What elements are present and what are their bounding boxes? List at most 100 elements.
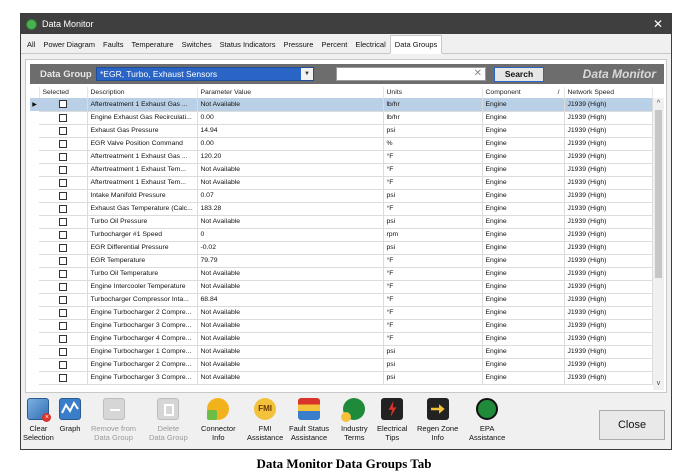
remove-from-data-group-button[interactable]: Remove from Data Group [91,398,136,442]
row-checkbox[interactable] [58,217,67,226]
industry-terms-icon [341,398,366,422]
table-row[interactable]: EGR Differential Pressure -0.02 psi Engine J… [30,241,653,255]
regen-zone-info-button[interactable]: Regen Zone Info [417,398,458,442]
table-row[interactable]: Exhaust Gas Temperature (Calc... 183.28 °F… [30,202,653,216]
row-checkbox[interactable] [58,100,67,109]
scrollbar-thumb[interactable] [655,110,662,278]
table-row[interactable]: Engine Turbocharger 2 Compre... Not Avail… [30,358,653,372]
selected-cell [39,345,88,359]
scroll-down-icon[interactable]: v [653,378,664,390]
row-indicator [30,215,39,228]
row-checkbox[interactable] [58,230,67,239]
row-checkbox[interactable] [58,282,67,291]
table-row[interactable]: Turbo Oil Pressure Not Available psi Engine… [30,215,653,229]
tab-temperature[interactable]: Temperature [127,37,177,53]
scroll-up-icon[interactable]: ^ [653,98,664,110]
search-input[interactable]: ✕ [336,67,486,81]
column-header-units[interactable]: Units [383,87,483,98]
fault-status-assistance-button[interactable]: Fault Status Assistance [289,398,329,442]
column-header-description[interactable]: Description [87,87,198,98]
search-button[interactable]: Search [494,66,544,82]
row-checkbox[interactable] [58,321,67,330]
delete-icon [157,398,180,420]
tab-power-diagram[interactable]: Power Diagram [39,37,99,53]
tab-pressure[interactable]: Pressure [279,37,317,53]
clear-selection-button[interactable]: × Clear Selection [23,398,54,442]
row-checkbox[interactable] [58,295,67,304]
table-row[interactable]: ▶ Aftertreatment 1 Exhaust Gas ... Not Ava… [30,98,653,112]
table-row[interactable]: Turbocharger #1 Speed 0 rpm Engine J1939 (Hi… [30,228,653,242]
epa-assistance-button[interactable]: EPA Assistance [469,398,505,442]
tab-all[interactable]: All [23,37,39,53]
network-speed-cell: J1939 (High) [564,124,653,138]
row-checkbox[interactable] [58,360,67,369]
tab-percent[interactable]: Percent [317,37,351,53]
column-header-parameter-value[interactable]: Parameter Value [197,87,384,98]
selected-cell [39,280,88,294]
component-cell: Engine [482,371,565,385]
row-checkbox[interactable] [58,165,67,174]
tab-status-indicators[interactable]: Status Indicators [216,37,280,53]
column-header-network-speed[interactable]: Network Speed [564,87,653,98]
row-checkbox[interactable] [58,139,67,148]
units-cell: °F [383,306,483,320]
epa-icon [476,398,499,420]
parameter-value-cell: 0 [197,228,384,242]
table-row[interactable]: Intake Manifold Pressure 0.07 psi Engine J19… [30,189,653,203]
row-checkbox[interactable] [58,178,67,187]
close-icon[interactable]: ✕ [653,17,663,31]
chevron-down-icon[interactable]: ▼ [301,68,313,80]
row-indicator [30,267,39,280]
table-row[interactable]: Turbocharger Compressor Inta... 68.84 °F En… [30,293,653,307]
component-cell: Engine [482,254,565,268]
row-checkbox[interactable] [58,269,67,278]
electrical-tips-button[interactable]: Electrical Tips [377,398,407,442]
row-checkbox[interactable] [58,191,67,200]
table-row[interactable]: EGR Temperature 79.79 °F Engine J1939 (High) [30,254,653,268]
fmi-icon: FMI [254,398,277,420]
row-checkbox[interactable] [58,152,67,161]
row-checkbox[interactable] [58,256,67,265]
table-row[interactable]: Aftertreatment 1 Exhaust Gas ... 120.20 °F… [30,150,653,164]
table-row[interactable]: Exhaust Gas Pressure 14.94 psi Engine J1939 … [30,124,653,138]
selected-cell [39,371,88,385]
delete-data-group-button[interactable]: Delete Data Group [149,398,188,442]
table-row[interactable]: Engine Turbocharger 3 Compre... Not Avail… [30,319,653,333]
clear-search-icon[interactable]: ✕ [474,68,482,80]
row-checkbox[interactable] [58,204,67,213]
graph-button[interactable]: Graph [59,398,81,433]
network-speed-cell: J1939 (High) [564,176,653,190]
column-header-selected[interactable]: Selected [39,87,88,98]
table-row[interactable]: Aftertreatment 1 Exhaust Tem... Not Avail… [30,163,653,177]
table-row[interactable]: Engine Exhaust Gas Recirculati... 0.00 lb/… [30,111,653,125]
row-checkbox[interactable] [58,373,67,382]
row-checkbox[interactable] [58,308,67,317]
tab-electrical[interactable]: Electrical [351,37,389,53]
connector-info-button[interactable]: Connector Info [201,398,236,442]
table-row[interactable]: Engine Turbocharger 4 Compre... Not Avail… [30,332,653,346]
row-checkbox[interactable] [58,334,67,343]
column-header-component[interactable]: Component / [482,87,565,98]
close-button[interactable]: Close [599,410,665,440]
data-group-selected-value: *EGR, Turbo, Exhaust Sensors [100,69,218,79]
row-checkbox[interactable] [58,347,67,356]
remove-icon [102,398,125,420]
tab-switches[interactable]: Switches [178,37,216,53]
industry-terms-button[interactable]: Industry Terms [341,398,368,442]
table-row[interactable]: Aftertreatment 1 Exhaust Tem... Not Avail… [30,176,653,190]
table-row[interactable]: Engine Turbocharger 1 Compre... Not Avail… [30,345,653,359]
tab-data-groups[interactable]: Data Groups [389,35,443,54]
table-row[interactable]: Engine Intercooler Temperature Not Availa… [30,280,653,294]
tab-faults[interactable]: Faults [99,37,127,53]
row-checkbox[interactable] [58,243,67,252]
selected-cell [39,306,88,320]
data-group-select[interactable]: *EGR, Turbo, Exhaust Sensors ▼ [96,67,314,81]
table-row[interactable]: Turbo Oil Temperature Not Available °F Engi… [30,267,653,281]
table-row[interactable]: EGR Valve Position Command 0.00% Engine J19… [30,137,653,151]
table-row[interactable]: Engine Turbocharger 2 Compre... Not Avail… [30,306,653,320]
fmi-assistance-button[interactable]: FMI FMI Assistance [247,398,283,442]
row-checkbox[interactable] [58,113,67,122]
row-checkbox[interactable] [58,126,67,135]
table-row[interactable]: Engine Turbocharger 3 Compre... Not Avail… [30,371,653,385]
vertical-scrollbar[interactable]: ^ v [653,98,664,390]
